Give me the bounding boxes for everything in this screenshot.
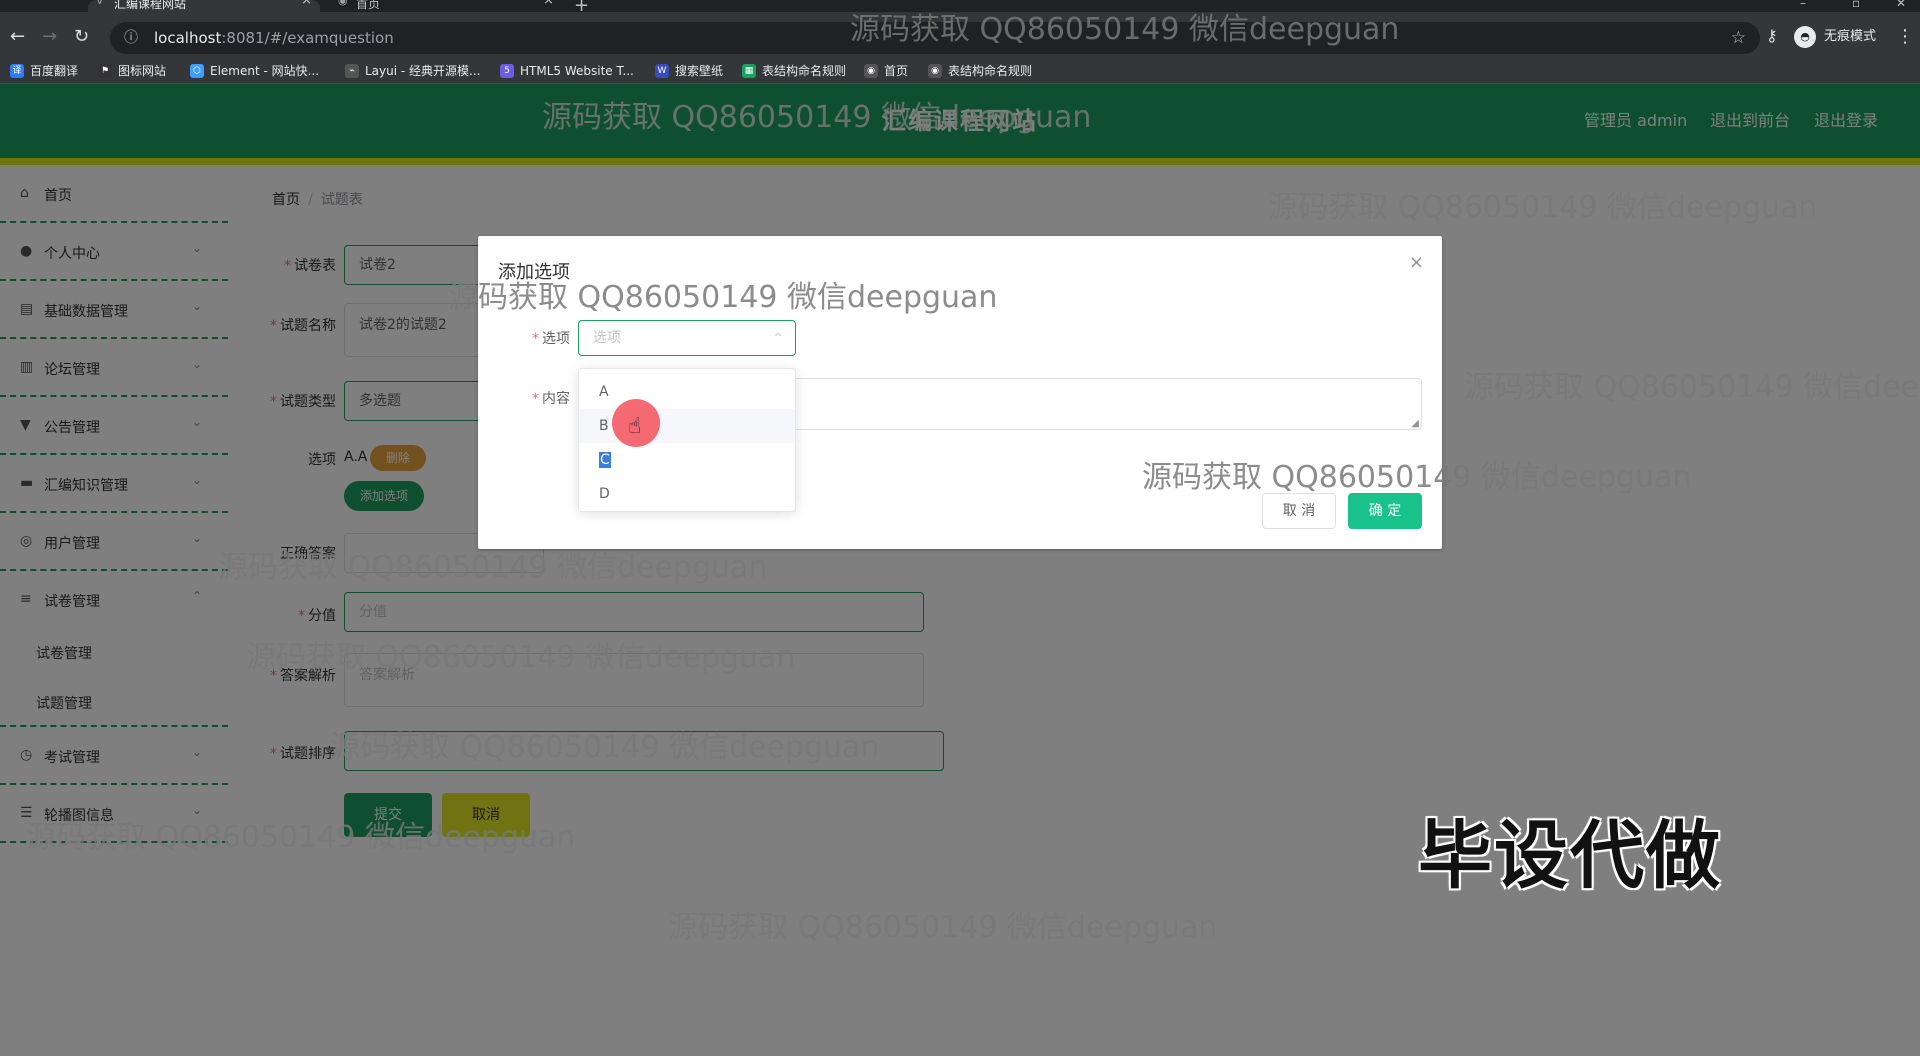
chevron-up-icon: ^	[773, 331, 783, 344]
forward-icon[interactable]: →	[42, 26, 57, 47]
bookmark-label: 百度翻译	[30, 64, 79, 78]
incognito-label: 无痕模式	[1824, 29, 1877, 44]
dialog-cancel-button[interactable]: 取 消	[1262, 493, 1336, 529]
bookmark-item[interactable]: W 搜索壁纸	[655, 62, 723, 80]
html5-icon: 5	[500, 64, 514, 78]
bookmark-label: 搜索壁纸	[675, 64, 724, 78]
globe-icon: ◉	[338, 0, 348, 7]
content-field-label: * 内容	[532, 391, 570, 407]
tab-title: 汇编课程网站	[114, 0, 187, 11]
maximize-icon[interactable]: ▫	[1852, 0, 1860, 10]
url-host: localhost	[154, 29, 222, 47]
bookmark-item[interactable]: 译百度翻译	[10, 62, 78, 80]
watermark: 源码获取 QQ86050149 微信deepguan	[1464, 370, 1920, 405]
close-tab-icon[interactable]: ×	[301, 0, 312, 7]
watermark: 源码获取 QQ86050149 微信deepguan	[668, 910, 1218, 945]
dropdown-option-a[interactable]: A	[579, 375, 795, 409]
bookmark-label: 图标网站	[118, 64, 167, 78]
dropdown-option-c-label: C	[599, 452, 611, 468]
reload-icon[interactable]: ↻	[74, 26, 89, 47]
close-tab-icon[interactable]: ×	[543, 0, 554, 7]
watermark: 源码获取 QQ86050149 微信deepguan	[26, 820, 576, 855]
bookmark-item[interactable]: ◉ 首页	[864, 62, 908, 80]
close-window-icon[interactable]: ✕	[1896, 0, 1906, 10]
watermark: 源码获取 QQ86050149 微信deepguan	[218, 550, 768, 585]
bookmarks-bar: 译百度翻译 ⚑ 图标网站 ⬡ Element - 网站快... ⌁ Layui - 经…	[0, 58, 1920, 84]
bookmark-label: 表结构命名规则	[948, 64, 1033, 78]
bookmark-item[interactable]: ⬡ Element - 网站快...	[190, 62, 319, 80]
layui-icon: ⌁	[345, 64, 359, 78]
bookmark-star-icon[interactable]: ☆	[1731, 22, 1746, 54]
bookmark-label: 表结构命名规则	[762, 64, 847, 78]
translate-icon: 译	[10, 64, 24, 78]
resize-grip-icon[interactable]: ◢	[1411, 418, 1419, 429]
option-field-label: * 选项	[532, 331, 570, 347]
bookmark-item[interactable]: ◉ 表结构命名规则	[928, 62, 1032, 80]
option-dropdown: A B C D	[578, 368, 796, 512]
url-path: :8081/#/examquestion	[221, 29, 394, 47]
element-icon: ⬡	[190, 64, 204, 78]
globe-icon: ◉	[864, 64, 878, 78]
hand-cursor-icon: ☝	[628, 414, 642, 439]
watermark: 源码获取 QQ86050149 微信deepguan	[1268, 190, 1818, 225]
bookmark-label: Element - 网站快...	[210, 64, 320, 78]
dropdown-option-d[interactable]: D	[579, 477, 795, 511]
sheet-icon: ▦	[742, 64, 756, 78]
watermark: 源码获取 QQ86050149 微信deepguan	[850, 12, 1400, 47]
info-icon[interactable]: ⓘ	[124, 22, 138, 54]
tab-home[interactable]: ◉ 首页 ×	[330, 0, 562, 12]
flag-icon: ⚑	[98, 64, 112, 78]
bookmark-label: 首页	[884, 64, 909, 78]
dialog-confirm-button[interactable]: 确 定	[1348, 493, 1422, 529]
bookmark-label: Layui - 经典开源模...	[365, 64, 481, 78]
option-select-placeholder: 选项	[593, 330, 621, 346]
key-icon[interactable]: ⚷	[1766, 26, 1778, 45]
bookmark-item[interactable]: ▦ 表结构命名规则	[742, 62, 846, 80]
bookmark-label: HTML5 Website T...	[520, 64, 634, 78]
watermark: 源码获取 QQ86050149 微信deepguan	[330, 730, 880, 765]
bookmark-item[interactable]: ⌁ Layui - 经典开源模...	[345, 62, 480, 80]
watermark: 源码获取 QQ86050149 微信deepguan	[246, 640, 796, 675]
more-menu-icon[interactable]: ⋮	[1896, 26, 1914, 47]
bookmark-item[interactable]: 5 HTML5 Website T...	[500, 62, 634, 80]
incognito-icon: ◓	[1794, 26, 1816, 48]
watermark: 源码获取 QQ86050149 微信deepguan	[448, 280, 998, 315]
back-icon[interactable]: ←	[10, 26, 25, 47]
tab-active[interactable]: V 汇编课程网站 ×	[88, 0, 320, 12]
incognito-badge[interactable]: ◓ 无痕模式	[1794, 24, 1876, 50]
bookmark-item[interactable]: ⚑ 图标网站	[98, 62, 166, 80]
vue-icon: V	[96, 0, 104, 7]
watermark: 源码获取 QQ86050149 微信deepguan	[1142, 460, 1692, 495]
watermark: 源码获取 QQ86050149 微信deepguan	[542, 100, 1092, 135]
tab-title: 首页	[356, 0, 381, 11]
dropdown-option-c[interactable]: C	[579, 443, 795, 477]
close-icon[interactable]: ×	[1409, 252, 1424, 273]
stamp-text: 毕设代做	[1418, 813, 1722, 899]
globe-icon: ◉	[928, 64, 942, 78]
wallpaper-icon: W	[655, 64, 669, 78]
minimize-icon[interactable]: –	[1800, 0, 1806, 10]
option-select[interactable]: 选项 ^	[578, 320, 796, 356]
